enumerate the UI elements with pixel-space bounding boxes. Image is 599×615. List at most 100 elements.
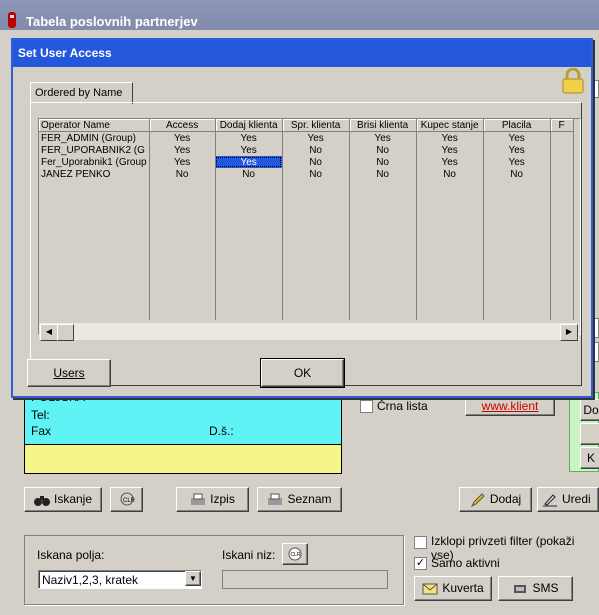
table-cell[interactable]: No [349,144,417,156]
izklopi-filter-checkbox[interactable] [414,536,427,549]
k-label: K [586,451,595,465]
table-cell[interactable]: JANEZ PENKO [39,168,150,180]
search-group: Iskana polja: Naziv1,2,3, kratek ▼ Iskan… [24,535,404,605]
samo-aktivni-label: Samo aktivni [431,556,500,570]
table-cell[interactable]: Yes [416,156,484,168]
table-row[interactable]: Fer_Uporabnik1 (Group Yes Yes No No Yes … [39,156,574,168]
table-cell[interactable]: Yes [416,144,484,156]
edit-icon [543,494,557,507]
table-cell[interactable]: Yes [349,131,417,144]
scroll-right-icon[interactable]: ▶ [560,324,578,341]
users-button[interactable]: Users [27,359,111,387]
phone-icon [514,584,527,593]
dialog-title: Set User Access [13,40,591,67]
printer-icon [268,493,283,505]
scroll-thumb[interactable] [57,324,74,341]
table-cell[interactable]: FER_UPORABNIK2 (G [39,144,150,156]
clear-search-button[interactable]: CLR [110,487,143,512]
table-cell[interactable] [550,131,574,144]
izpis-label: Izpis [210,492,235,506]
column-header[interactable]: Operator Name [39,119,150,132]
k-button[interactable]: K [580,447,599,469]
www-klient-button[interactable]: www.klient [465,396,555,416]
table-cell[interactable]: No [215,168,283,180]
iskanje-label: Iskanje [53,492,93,506]
column-header[interactable]: Kupec stanje [416,119,484,132]
table-cell[interactable]: Yes [282,131,350,144]
chevron-down-icon[interactable]: ▼ [185,571,201,586]
table-cell[interactable]: No [282,168,350,180]
table-row[interactable]: FER_UPORABNIK2 (G Yes Yes No No Yes Yes [39,144,574,156]
set-user-access-dialog: Set User Access Ordered by Name Operator… [11,38,593,398]
ok-button[interactable]: OK [260,358,345,388]
uredi-button[interactable]: Uredi [537,487,599,512]
horizontal-scrollbar[interactable]: ◀ ▶ [39,323,579,341]
table-cell[interactable] [550,156,574,168]
table-cell[interactable]: No [349,156,417,168]
lock-icon [562,68,584,94]
table-header-row: Operator Name Access Dodaj klienta Spr. … [39,119,574,132]
do-button[interactable]: Do [580,399,599,421]
table-cell[interactable]: No [282,156,350,168]
table-cell[interactable]: Fer_Uporabnik1 (Group [39,156,150,168]
fax-label: Fax [31,424,52,438]
table-cell[interactable]: No [349,168,417,180]
clr-button[interactable]: CLR [282,543,308,565]
fields-select[interactable]: Naziv1,2,3, kratek ▼ [38,570,202,589]
seznam-label: Seznam [287,492,332,506]
ds-label: D.š.: [209,424,234,438]
app-icon [8,12,16,28]
do-label: Do [583,403,599,417]
fields-value: Naziv1,2,3, kratek [42,573,139,587]
clear-icon: CLR [288,547,302,561]
table-cell[interactable]: Yes [483,156,551,168]
table-cell[interactable]: FER_ADMIN (Group) [39,131,150,144]
seznam-button[interactable]: Seznam [257,487,342,512]
access-table: Operator Name Access Dodaj klienta Spr. … [39,119,574,320]
partner-note-panel [24,444,342,474]
column-header[interactable]: F [550,119,574,132]
search-string-input[interactable] [222,570,388,589]
table-cell[interactable]: Yes [149,131,216,144]
sms-button[interactable]: SMS [498,576,573,601]
table-cell-selected[interactable]: Yes [215,156,283,168]
envelope-icon [422,583,438,595]
table-cell[interactable]: Yes [215,144,283,156]
column-header[interactable]: Spr. klienta [282,119,350,132]
column-header[interactable]: Brisi klienta [349,119,417,132]
partial-button[interactable] [580,423,599,445]
table-cell[interactable] [550,168,574,180]
green-panel: Do K [569,392,599,472]
user-access-grid[interactable]: Operator Name Access Dodaj klienta Spr. … [38,118,581,335]
table-cell[interactable]: No [483,168,551,180]
table-cell[interactable]: Yes [149,156,216,168]
column-header[interactable]: Dodaj klienta [215,119,283,132]
column-header[interactable]: Access [149,119,216,132]
table-cell[interactable]: Yes [149,144,216,156]
table-cell[interactable]: No [416,168,484,180]
clear-icon: CLR [120,492,135,506]
table-row[interactable]: FER_ADMIN (Group) Yes Yes Yes Yes Yes Ye… [39,131,574,144]
iskanje-button[interactable]: Iskanje [24,487,102,512]
crna-lista-checkbox[interactable] [360,400,373,413]
dodaj-button[interactable]: Dodaj [459,487,532,512]
column-header[interactable]: Placila [483,119,551,132]
window-title: Tabela poslovnih partnerjev [26,14,198,29]
pencil-icon [470,493,485,507]
table-cell[interactable]: Yes [215,131,283,144]
samo-aktivni-checkbox[interactable]: ✓ [414,557,427,570]
scroll-left-icon[interactable]: ◀ [40,324,58,341]
table-cell[interactable]: No [149,168,216,180]
table-cell[interactable]: Yes [416,131,484,144]
table-cell[interactable]: Yes [483,144,551,156]
izpis-button[interactable]: Izpis [176,487,249,512]
table-cell[interactable]: Yes [483,131,551,144]
table-cell[interactable]: No [282,144,350,156]
kuverta-button[interactable]: Kuverta [414,576,492,601]
fields-label: Iskana polja: [37,548,105,562]
table-row[interactable]: JANEZ PENKO No No No No No No [39,168,574,180]
uredi-label: Uredi [562,492,591,506]
table-cell[interactable] [550,144,574,156]
binoculars-icon [33,495,50,506]
tab-ordered-by-name[interactable]: Ordered by Name [30,82,133,104]
